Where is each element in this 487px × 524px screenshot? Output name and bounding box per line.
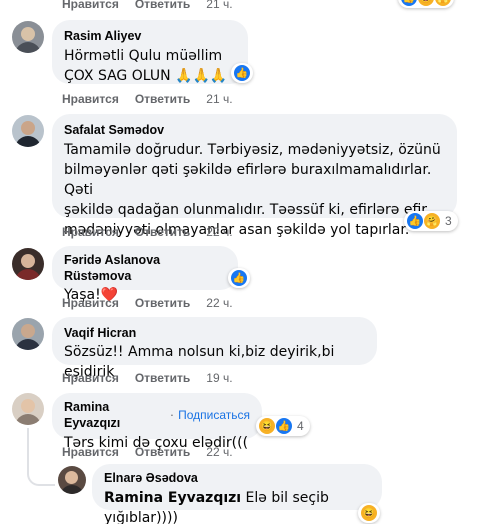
reaction-summary[interactable]: 👍	[228, 268, 250, 288]
reply-link[interactable]: Ответить	[135, 296, 190, 310]
mention-link[interactable]: Ramina Eyvazqızı	[104, 490, 241, 506]
comment-author-row: Ramina Eyvazqızı · Подписаться	[64, 399, 250, 431]
comment-author[interactable]: Safalat Səmədov	[64, 122, 445, 138]
timestamp[interactable]: 19 ч.	[206, 371, 232, 385]
care-reaction-icon: 🤗	[435, 0, 451, 6]
separator-dot: ·	[169, 408, 175, 422]
comment-bubble: Rasim Aliyev Hörmətli Qulu müəllim ÇOX S…	[52, 20, 248, 84]
comment-actions: Нравится Ответить 22 ч.	[62, 444, 233, 460]
comment-author[interactable]: Rasim Aliyev	[64, 28, 236, 44]
reply-text: Ramina Eyvazqızı Elə bil seçib yığıblar)…	[104, 488, 370, 524]
like-reaction-icon: 👍	[407, 213, 423, 229]
comment-author[interactable]: Ramina Eyvazqızı	[64, 399, 166, 431]
comment-bubble: Ramina Eyvazqızı · Подписаться Tərs kimi…	[52, 393, 262, 451]
timestamp[interactable]: 21 ч.	[206, 0, 232, 11]
reaction-summary[interactable]: 😆	[358, 503, 380, 523]
comment-bubble: Fəridə Aslanova Rüstəmova Yaşa!❤️	[52, 246, 238, 303]
comment-actions: Нравится Ответить 22 ч.	[62, 295, 233, 311]
timestamp[interactable]: 22 ч.	[206, 296, 232, 310]
like-link[interactable]: Нравится	[62, 371, 119, 385]
comment-author[interactable]: Vaqif Hicran	[64, 325, 365, 341]
like-reaction-icon: 👍	[234, 65, 250, 81]
comment-actions: Нравится Ответить 21 ч.	[62, 91, 233, 107]
like-reaction-icon: 👍	[276, 418, 292, 434]
like-link[interactable]: Нравится	[62, 0, 119, 11]
avatar[interactable]	[12, 21, 44, 53]
reply-link[interactable]: Ответить	[135, 445, 190, 459]
like-reaction-icon: 👍	[231, 270, 247, 286]
reply-author[interactable]: Elnarə Əsədova	[104, 470, 370, 486]
like-link[interactable]: Нравится	[62, 296, 119, 310]
follow-link[interactable]: Подписаться	[178, 407, 250, 423]
timestamp[interactable]: 22 ч.	[206, 225, 232, 239]
avatar[interactable]	[12, 393, 44, 425]
haha-reaction-icon: 😆	[259, 418, 275, 434]
reaction-count: 4	[297, 419, 304, 433]
avatar[interactable]	[58, 466, 86, 494]
reaction-summary[interactable]: 👍 🤗 3	[404, 211, 458, 231]
like-reaction-icon: 👍	[401, 0, 417, 6]
comment-text-line: bilməyənlər qəti şəkildə efirlərə buraxı…	[64, 162, 432, 198]
reply-bubble: Elnarə Əsədova Ramina Eyvazqızı Elə bil …	[92, 464, 382, 524]
reaction-count: 3	[445, 214, 452, 228]
care-reaction-icon: 🤗	[424, 213, 440, 229]
reply-link[interactable]: Ответить	[135, 0, 190, 11]
avatar[interactable]	[12, 115, 44, 147]
haha-reaction-icon: 😆	[361, 505, 377, 521]
avatar[interactable]	[12, 318, 44, 350]
comment-actions: Нравится Ответить 21 ч.	[62, 0, 233, 12]
reaction-summary[interactable]: 👍 😆 🤗	[398, 0, 454, 8]
timestamp[interactable]: 22 ч.	[206, 445, 232, 459]
comment-text-line: Hörmətli Qulu müəllim	[64, 48, 223, 64]
comment-actions: Нравится Ответить 22 ч.	[62, 224, 233, 240]
reply-link[interactable]: Ответить	[135, 225, 190, 239]
thread-connector	[27, 460, 55, 486]
comment-author[interactable]: Fəridə Aslanova Rüstəmova	[64, 252, 226, 284]
like-link[interactable]: Нравится	[62, 225, 119, 239]
comment-text-line: Tamamilə doğrudur. Tərbiyəsiz, mədəniyyə…	[64, 142, 441, 158]
comment-text-line: şəkildə qadağan olunmalıdır. Təəssüf ki,…	[64, 202, 428, 218]
comment-bubble: Vaqif Hicran Sözsüz!! Amma nolsun ki,biz…	[52, 317, 377, 380]
reply-link[interactable]: Ответить	[135, 92, 190, 106]
timestamp[interactable]: 21 ч.	[206, 92, 232, 106]
comment-actions: Нравится Ответить 19 ч.	[62, 370, 233, 386]
comment-text-line: ÇOX SAG OLUN 🙏🙏🙏	[64, 68, 228, 84]
avatar[interactable]	[12, 248, 44, 280]
reaction-summary[interactable]: 😆 👍 4	[256, 416, 310, 436]
reply-link[interactable]: Ответить	[135, 371, 190, 385]
like-link[interactable]: Нравится	[62, 92, 119, 106]
like-link[interactable]: Нравится	[62, 445, 119, 459]
comment-bubble: Safalat Səmədov Tamamilə doğrudur. Tərbi…	[52, 114, 457, 238]
reaction-summary[interactable]: 👍	[231, 63, 253, 83]
haha-reaction-icon: 😆	[418, 0, 434, 6]
